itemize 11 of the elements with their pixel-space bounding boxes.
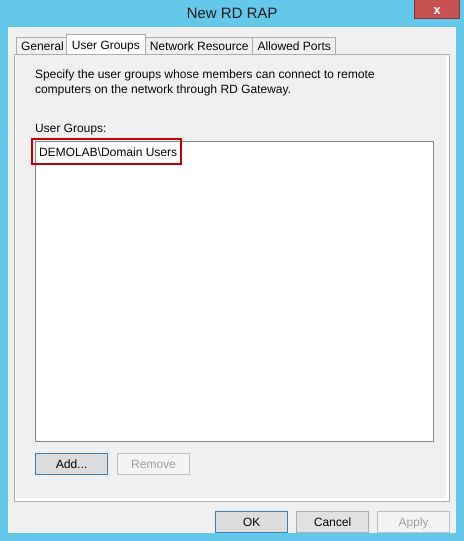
tab[interactable]: General <box>16 37 69 54</box>
ok-button[interactable]: OK <box>215 511 288 533</box>
tab[interactable]: User Groups <box>66 34 146 54</box>
tab[interactable]: Allowed Ports <box>252 37 336 54</box>
list-item[interactable]: DEMOLAB\Domain Users <box>39 145 178 159</box>
cancel-button[interactable]: Cancel <box>296 511 369 533</box>
add-button[interactable]: Add... <box>35 453 108 475</box>
list-label: User Groups: <box>35 121 108 135</box>
close-button[interactable]: x <box>414 0 460 19</box>
description-text: Specify the user groups whose members can connect to remote computers on the network through RD Gateway. <box>35 67 376 97</box>
window-title: New RD RAP <box>186 5 278 22</box>
